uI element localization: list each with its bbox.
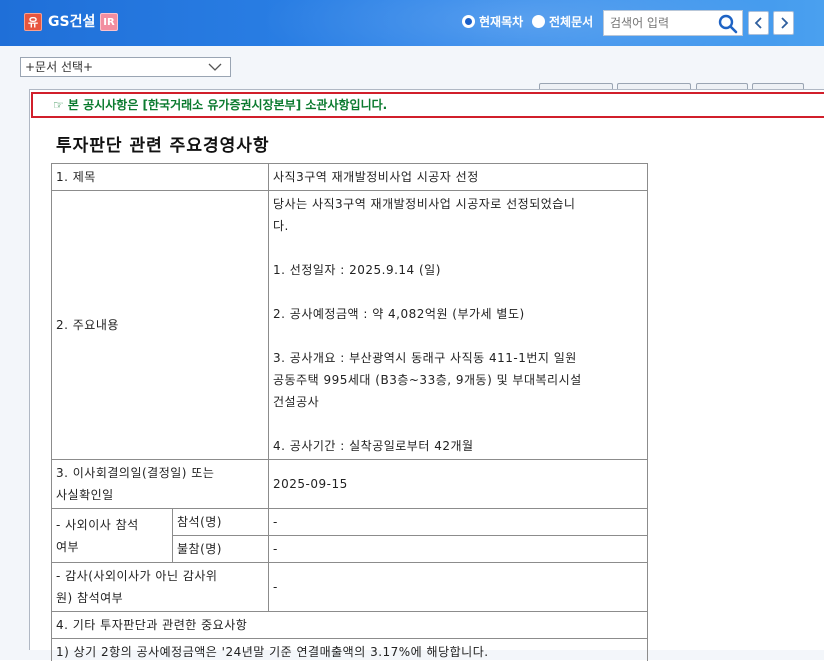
chevron-left-icon: [754, 17, 762, 29]
board-date-label-line: 사실확인일: [56, 488, 114, 502]
row-board-date-value: 2025-09-15: [268, 459, 649, 509]
market-badge: 유: [24, 13, 42, 31]
radio-current-icon[interactable]: [462, 15, 475, 28]
radio-all-label: 전체문서: [549, 15, 594, 29]
outside-director-label-line: 여부: [56, 539, 80, 554]
content-line: 2. 공사예정금액 : 약 4,082억원 (부가세 별도): [273, 307, 525, 321]
document-select[interactable]: +문서 선택+: [20, 57, 231, 77]
prev-button[interactable]: [748, 11, 769, 35]
content-line: 건설공사: [273, 395, 320, 409]
row-other-label: 4. 기타 투자판단과 관련한 중요사항: [50, 611, 649, 639]
next-button[interactable]: [773, 11, 794, 35]
row-auditor-value: -: [268, 562, 649, 612]
row-outside-director-label: - 사외이사 참석 여부: [51, 508, 173, 563]
table-row: 3. 이사회결의일(결정일) 또는 사실확인일 2025-09-15: [50, 459, 649, 509]
document-title: 투자판단 관련 주요경영사항: [56, 136, 270, 156]
table-row: 1) 상기 2항의 공사예정금액은 '24년말 기준 연결매출액의 3.17%에…: [50, 638, 649, 661]
content-line: [273, 281, 643, 303]
content-line: 당사는 사직3구역 재개발정비사업 시공자로 선정되었습니: [273, 197, 576, 211]
row-board-date-label: 3. 이사회결의일(결정일) 또는 사실확인일: [50, 459, 270, 509]
radio-all-docs[interactable]: 전체문서: [532, 13, 593, 30]
content-line: [273, 325, 643, 347]
row-content-label: 2. 주요내용: [50, 190, 270, 460]
content-line: [273, 237, 643, 259]
content-line: [273, 413, 643, 435]
row-title-label: 1. 제목: [50, 163, 270, 191]
content-line: 4. 공사기간 : 실착공일로부터 42개월: [273, 439, 474, 453]
disclosure-table: 1. 제목 사직3구역 재개발정비사업 시공자 선정 2. 주요내용 당사는 사…: [50, 163, 649, 661]
attend-label: 참석(명): [171, 508, 270, 536]
radio-current-toc[interactable]: 현재목차: [462, 13, 523, 30]
table-row: 2. 주요내용 당사는 사직3구역 재개발정비사업 시공자로 선정되었습니 다.…: [50, 190, 649, 460]
document-select-label: +문서 선택+: [25, 60, 94, 74]
notice-banner: ☞ 본 공시사항은 [한국거래소 유가증권시장본부] 소관사항입니다.: [31, 92, 824, 118]
header-bar: 유 GS건설 IR 현재목차 전체문서: [0, 0, 824, 46]
table-row: 4. 기타 투자판단과 관련한 중요사항: [50, 611, 649, 639]
outside-director-label-line: - 사외이사 참석: [56, 517, 139, 532]
auditor-label-line: - 감사(사외이사가 아닌 감사위: [56, 569, 218, 583]
search-input[interactable]: [610, 14, 714, 32]
attend-value: -: [268, 508, 649, 536]
radio-current-label: 현재목차: [479, 15, 524, 29]
row-auditor-label: - 감사(사외이사가 아닌 감사위 원) 참석여부: [50, 562, 270, 612]
row-other-value: 1) 상기 2항의 공사예정금액은 '24년말 기준 연결매출액의 3.17%에…: [50, 638, 649, 661]
row-content-value: 당사는 사직3구역 재개발정비사업 시공자로 선정되었습니 다. 1. 선정일자…: [268, 190, 649, 460]
auditor-label-line: 원) 참석여부: [56, 591, 124, 605]
content-line: 다.: [273, 219, 289, 233]
board-date-label-line: 3. 이사회결의일(결정일) 또는: [56, 466, 215, 480]
content-line: 1. 선정일자 : 2025.9.14 (일): [273, 263, 441, 277]
row-title-value: 사직3구역 재개발정비사업 시공자 선정: [268, 163, 649, 191]
chevron-down-icon: [208, 63, 222, 71]
radio-all-icon[interactable]: [532, 15, 545, 28]
ir-badge[interactable]: IR: [100, 13, 118, 31]
table-row: - 감사(사외이사가 아닌 감사위 원) 참석여부 -: [50, 562, 649, 612]
chevron-right-icon: [780, 17, 788, 29]
absent-label: 불참(명): [171, 535, 270, 563]
search-icon[interactable]: [718, 14, 738, 34]
table-row: 1. 제목 사직3구역 재개발정비사업 시공자 선정: [50, 163, 649, 191]
absent-value: -: [268, 535, 649, 563]
content-line: 공동주택 995세대 (B3층~33층, 9개동) 및 부대복리시설: [273, 373, 582, 387]
table-row: - 사외이사 참석 여부 참석(명) -: [51, 508, 649, 563]
search-box: [603, 10, 743, 36]
content-line: 3. 공사개요 : 부산광역시 동래구 사직동 411-1번지 일원: [273, 351, 577, 365]
company-name: GS건설: [48, 14, 96, 30]
